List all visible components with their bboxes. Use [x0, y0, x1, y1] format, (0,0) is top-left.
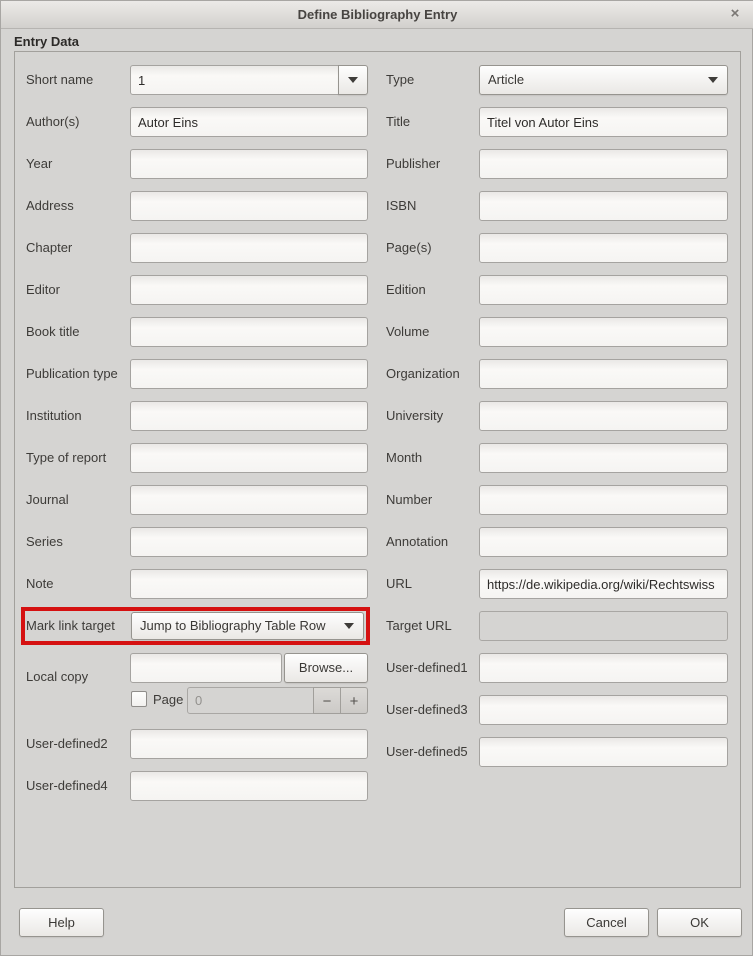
label-institution: Institution [26, 401, 82, 431]
input-editor[interactable] [130, 275, 368, 305]
input-organization[interactable] [479, 359, 728, 389]
label-address: Address [26, 191, 74, 221]
mark-link-target-dropdown[interactable]: Jump to Bibliography Table Row [131, 612, 364, 640]
input-year[interactable] [130, 149, 368, 179]
input-user-defined5[interactable] [479, 737, 728, 767]
input-address[interactable] [130, 191, 368, 221]
label-user-defined2: User-defined2 [26, 729, 108, 759]
dropdown-arrow-icon [344, 623, 354, 629]
label-type-of-report: Type of report [26, 443, 106, 473]
input-publication-type[interactable] [130, 359, 368, 389]
label-local-copy: Local copy [26, 669, 88, 685]
input-user-defined4[interactable] [130, 771, 368, 801]
input-journal[interactable] [130, 485, 368, 515]
label-user-defined1: User-defined1 [386, 653, 468, 683]
label-user-defined4: User-defined4 [26, 771, 108, 801]
label-type: Type [386, 65, 414, 95]
minus-icon: − [323, 693, 332, 710]
label-page: Page [153, 687, 183, 713]
short-name-dropdown-button[interactable] [338, 65, 368, 95]
page-increment-button[interactable]: + [340, 687, 368, 714]
input-volume[interactable] [479, 317, 728, 347]
dropdown-arrow-icon [348, 77, 358, 83]
label-journal: Journal [26, 485, 69, 515]
input-institution[interactable] [130, 401, 368, 431]
label-publication-type: Publication type [26, 359, 118, 389]
label-university: University [386, 401, 443, 431]
label-number: Number [386, 485, 432, 515]
label-user-defined5: User-defined5 [386, 737, 468, 767]
section-title: Entry Data [14, 34, 79, 49]
label-month: Month [386, 443, 422, 473]
short-name-input[interactable] [130, 65, 339, 95]
dropdown-arrow-icon [708, 77, 718, 83]
input-number[interactable] [479, 485, 728, 515]
label-organization: Organization [386, 359, 460, 389]
label-volume: Volume [386, 317, 429, 347]
input-book-title[interactable] [130, 317, 368, 347]
cancel-button[interactable]: Cancel [564, 908, 649, 937]
input-publisher[interactable] [479, 149, 728, 179]
label-annotation: Annotation [386, 527, 448, 557]
input-university[interactable] [479, 401, 728, 431]
input-url[interactable] [479, 569, 728, 599]
label-editor: Editor [26, 275, 60, 305]
input-edition[interactable] [479, 275, 728, 305]
label-note: Note [26, 569, 53, 599]
input-page-s[interactable] [479, 233, 728, 263]
title-bar: Define Bibliography Entry × [1, 1, 753, 29]
label-edition: Edition [386, 275, 426, 305]
type-dropdown-value: Article [488, 72, 524, 87]
help-button[interactable]: Help [19, 908, 104, 937]
page-decrement-button[interactable]: − [313, 687, 341, 714]
label-user-defined3: User-defined3 [386, 695, 468, 725]
input-author-s[interactable] [130, 107, 368, 137]
input-type-of-report[interactable] [130, 443, 368, 473]
input-series[interactable] [130, 527, 368, 557]
label-short-name: Short name [26, 65, 93, 95]
label-mark-link-target: Mark link target [26, 611, 115, 641]
close-icon: × [731, 5, 740, 22]
ok-button[interactable]: OK [657, 908, 742, 937]
page-checkbox[interactable] [131, 691, 147, 707]
label-series: Series [26, 527, 63, 557]
label-book-title: Book title [26, 317, 79, 347]
label-author-s: Author(s) [26, 107, 79, 137]
plus-icon: + [350, 693, 359, 710]
mark-link-target-value: Jump to Bibliography Table Row [140, 618, 325, 633]
label-publisher: Publisher [386, 149, 440, 179]
input-title[interactable] [479, 107, 728, 137]
label-page-s: Page(s) [386, 233, 432, 263]
input-user-defined2[interactable] [130, 729, 368, 759]
label-title: Title [386, 107, 410, 137]
target-url-input [479, 611, 728, 641]
page-spinner-input [187, 687, 314, 714]
label-isbn: ISBN [386, 191, 416, 221]
label-year: Year [26, 149, 52, 179]
input-user-defined3[interactable] [479, 695, 728, 725]
label-url: URL [386, 569, 412, 599]
browse-button[interactable]: Browse... [284, 653, 368, 683]
define-bibliography-entry-dialog: { "window": { "title": "Define Bibliogra… [0, 0, 753, 956]
input-month[interactable] [479, 443, 728, 473]
input-note[interactable] [130, 569, 368, 599]
window-title: Define Bibliography Entry [1, 1, 753, 28]
close-button[interactable]: × [722, 1, 748, 28]
type-dropdown[interactable]: Article [479, 65, 728, 95]
label-chapter: Chapter [26, 233, 72, 263]
input-chapter[interactable] [130, 233, 368, 263]
input-annotation[interactable] [479, 527, 728, 557]
input-user-defined1[interactable] [479, 653, 728, 683]
input-isbn[interactable] [479, 191, 728, 221]
local-copy-input[interactable] [130, 653, 282, 683]
label-target-url: Target URL [386, 611, 452, 641]
